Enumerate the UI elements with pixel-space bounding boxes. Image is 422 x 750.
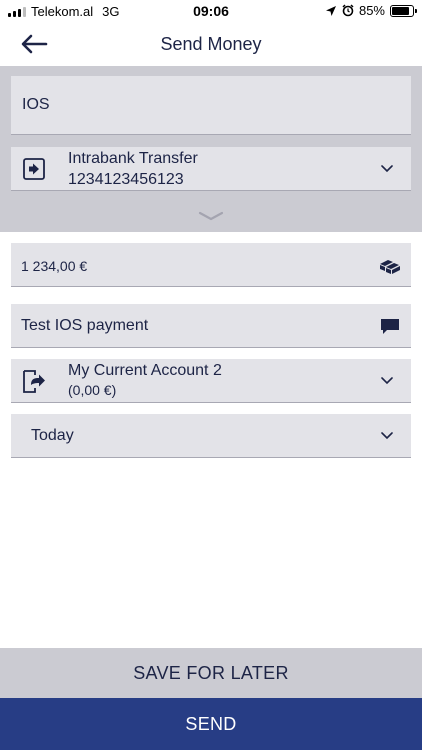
from-account-name: My Current Account 2 [68, 362, 222, 379]
collapse-chevron-icon[interactable] [198, 211, 224, 221]
amount-field[interactable]: 1 234,00 € [11, 243, 411, 287]
money-icon [380, 260, 400, 274]
battery-icon [390, 4, 417, 17]
transfer-type-select[interactable]: Intrabank Transfer 1234123456123 [11, 147, 411, 191]
chat-icon [381, 319, 399, 334]
from-account-select[interactable]: My Current Account 2 (0,00 €) [11, 359, 411, 403]
alarm-icon [342, 4, 354, 17]
location-icon [325, 5, 336, 16]
status-bar: Telekom.al 3G 09:06 85% [0, 0, 422, 22]
account-icon [23, 370, 45, 393]
page-title: Send Money [160, 34, 262, 54]
battery-percent: 85% [358, 3, 385, 18]
date-value: Today [31, 427, 74, 444]
from-account-balance: (0,00 €) [68, 382, 117, 398]
chevron-down-icon [381, 377, 393, 385]
send-button[interactable]: SEND [0, 698, 422, 750]
battery-fill [392, 6, 409, 15]
transfer-icon [23, 158, 45, 180]
recipient-field[interactable]: IOS [11, 76, 411, 135]
chevron-down-icon [381, 432, 393, 440]
recipient-value: IOS [22, 96, 50, 113]
transfer-type-label: Intrabank Transfer [68, 150, 198, 167]
transfer-account-number: 1234123456123 [68, 171, 184, 188]
status-right: 85% [325, 3, 417, 18]
amount-value: 1 234,00 € [21, 258, 88, 274]
save-for-later-button[interactable]: SAVE FOR LATER [0, 648, 422, 698]
chevron-down-icon [381, 165, 393, 173]
header: Send Money [0, 22, 422, 66]
description-value: Test IOS payment [21, 317, 149, 334]
description-field[interactable]: Test IOS payment [11, 304, 411, 348]
date-select[interactable]: Today [11, 414, 411, 458]
